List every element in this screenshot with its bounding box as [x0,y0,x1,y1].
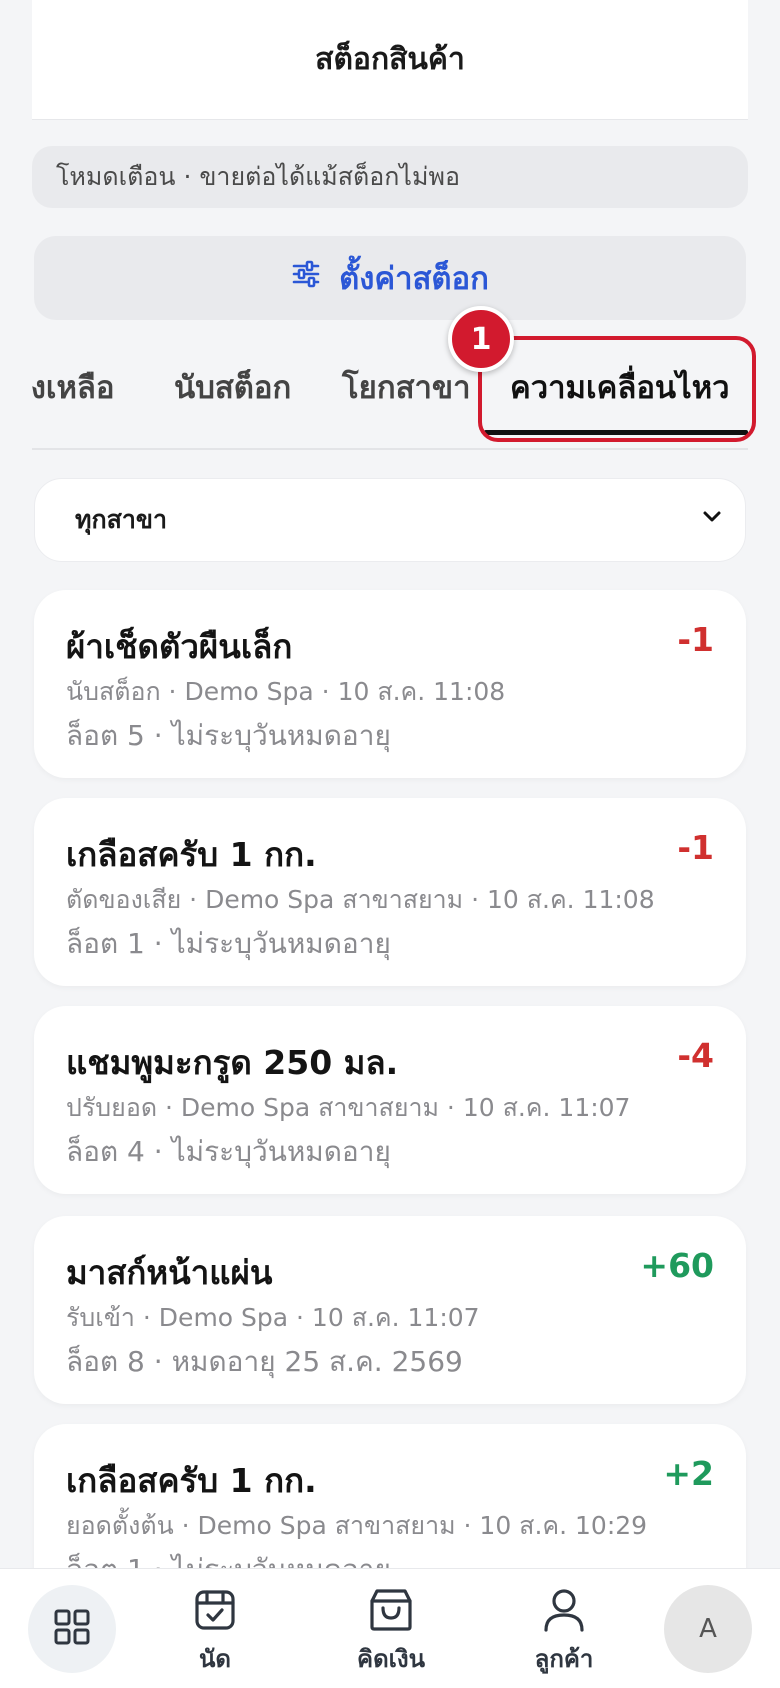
nav-checkout-label: คิดเงิน [357,1645,425,1673]
movement-quantity: -4 [677,1036,714,1075]
branch-filter-value: ทุกสาขา [75,505,168,534]
chevron-down-icon [699,504,725,536]
nav-customers-label: ลูกค้า [534,1645,594,1673]
annotation-badge: 1 [448,306,514,372]
tab-remaining[interactable]: คงเหลือ [32,362,115,412]
movement-meta: ปรับยอด · Demo Spa สาขาสยาม · 10 ส.ค. 11… [66,1093,631,1122]
movement-card[interactable]: เกลือสครับ 1 กก. -1 ตัดของเสีย · Demo Sp… [34,798,746,986]
tab-branch-transfer[interactable]: โยกสาขา [342,362,471,412]
page-header: สต็อกสินค้า [32,0,748,120]
stock-settings-label: ตั้งค่าสต็อก [339,261,489,297]
nav-menu-button[interactable] [28,1585,116,1673]
grid-icon [53,1608,91,1650]
movement-card[interactable]: แชมพูมะกรูด 250 มล. -4 ปรับยอด · Demo Sp… [34,1006,746,1194]
movement-meta: นับสต็อก · Demo Spa · 10 ส.ค. 11:08 [66,677,506,706]
stock-settings-button[interactable]: ตั้งค่าสต็อก [34,236,746,320]
stock-mode-banner: โหมดเตือน · ขายต่อได้แม้สต็อกไม่พอ [32,146,748,208]
movement-quantity: -1 [677,620,714,659]
movement-meta: รับเข้า · Demo Spa · 10 ส.ค. 11:07 [66,1303,480,1332]
movement-product-name: แชมพูมะกรูด 250 มล. [66,1043,399,1082]
movement-lot: ล็อต 1 · ไม่ระบุวันหมดอายุ [66,927,391,960]
movement-product-name: เกลือสครับ 1 กก. [66,835,317,874]
branch-filter-select[interactable]: ทุกสาขา [34,478,746,562]
movement-quantity: +60 [640,1246,714,1285]
nav-customers[interactable]: ลูกค้า [520,1587,608,1678]
movement-lot: ล็อต 5 · ไม่ระบุวันหมดอายุ [66,719,391,752]
tab-stock-count[interactable]: นับสต็อก [174,362,291,412]
bottom-nav: นัด คิดเงิน ลูกค้า A [0,1568,780,1688]
movement-card[interactable]: มาสก์หน้าแผ่น +60 รับเข้า · Demo Spa · 1… [34,1216,746,1404]
user-icon [541,1587,587,1639]
movement-lot: ล็อต 4 · ไม่ระบุวันหมดอายุ [66,1135,391,1168]
calendar-check-icon [192,1587,238,1639]
movement-product-name: มาสก์หน้าแผ่น [66,1253,273,1292]
movement-card[interactable]: ผ้าเช็ดตัวผืนเล็ก -1 นับสต็อก · Demo Spa… [34,590,746,778]
nav-appointments[interactable]: นัด [178,1587,252,1678]
sliders-icon [291,259,321,297]
movement-quantity: +2 [663,1454,714,1493]
movement-meta: ยอดตั้งต้น · Demo Spa สาขาสยาม · 10 ส.ค.… [66,1511,648,1540]
movement-meta: ตัดของเสีย · Demo Spa สาขาสยาม · 10 ส.ค.… [66,885,655,914]
shopping-bag-icon [368,1587,414,1639]
nav-appointments-label: นัด [199,1645,231,1673]
nav-checkout[interactable]: คิดเงิน [346,1587,436,1678]
annotation-highlight-box [478,336,756,442]
movement-product-name: เกลือสครับ 1 กก. [66,1461,317,1500]
avatar[interactable]: A [664,1585,752,1673]
movement-quantity: -1 [677,828,714,867]
page-title: สต็อกสินค้า [315,42,465,77]
movement-lot: ล็อต 8 · หมดอายุ 25 ส.ค. 2569 [66,1345,463,1378]
movement-product-name: ผ้าเช็ดตัวผืนเล็ก [66,627,293,666]
